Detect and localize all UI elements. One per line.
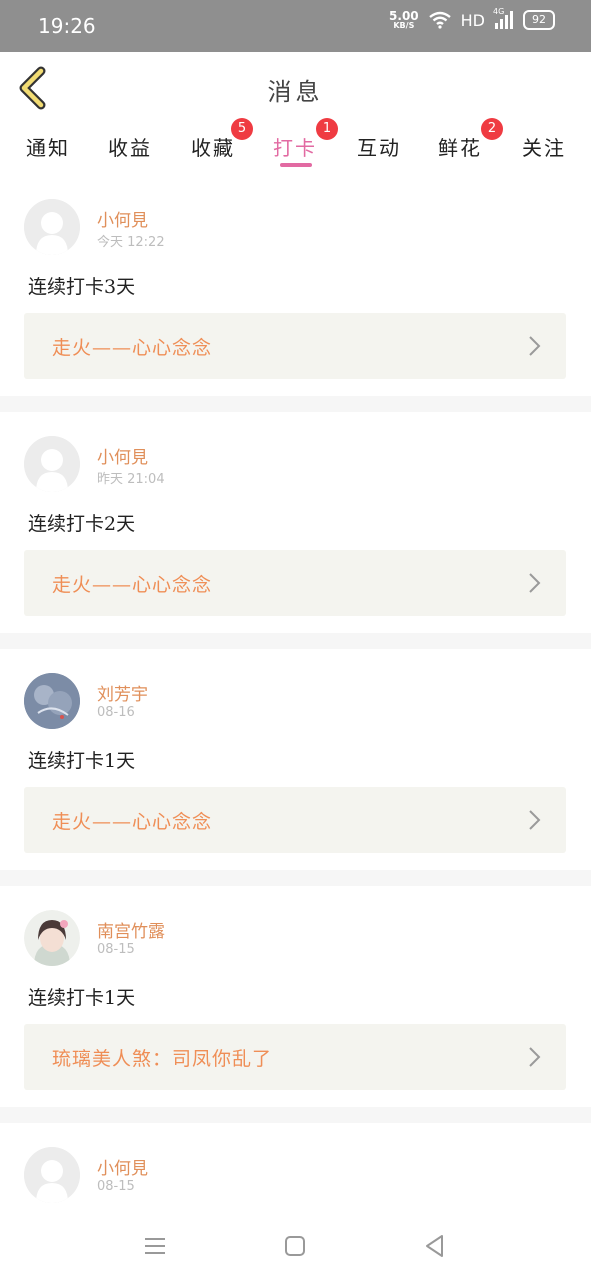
work-link-card[interactable]: 走火——心心念念 bbox=[24, 787, 566, 853]
message-time: 08-15 bbox=[97, 942, 135, 957]
feed-divider bbox=[0, 870, 591, 886]
tab-favorites[interactable]: 收藏 bbox=[191, 132, 235, 161]
back-icon[interactable] bbox=[421, 1232, 449, 1260]
badge-checkin: 1 bbox=[316, 118, 338, 140]
avatar[interactable] bbox=[24, 199, 80, 255]
chevron-right-icon bbox=[529, 573, 541, 593]
page-title: 消息 bbox=[267, 78, 324, 106]
badge-flowers: 2 bbox=[481, 118, 503, 140]
chevron-right-icon bbox=[529, 1047, 541, 1067]
tab-notifications[interactable]: 通知 bbox=[26, 132, 70, 161]
home-icon[interactable] bbox=[281, 1232, 309, 1260]
app-header: 消息 bbox=[0, 52, 591, 125]
user-name[interactable]: 小何見 bbox=[97, 443, 148, 468]
tab-follow[interactable]: 关注 bbox=[522, 132, 566, 161]
system-nav-bar bbox=[0, 1210, 591, 1280]
tab-checkin[interactable]: 打卡 bbox=[273, 132, 317, 161]
user-name[interactable]: 刘芳宇 bbox=[97, 680, 148, 705]
status-bar: 19:26 5.00 KB/S HD 4G 92 bbox=[0, 0, 591, 52]
work-title: 走火——心心念念 bbox=[52, 574, 213, 596]
default-avatar-icon bbox=[24, 199, 80, 255]
avatar[interactable] bbox=[24, 910, 80, 966]
feed-divider bbox=[0, 396, 591, 412]
feed-divider bbox=[0, 1107, 591, 1123]
work-title: 走火——心心念念 bbox=[52, 811, 213, 833]
avatar-image bbox=[24, 910, 80, 966]
net-speed: 5.00 KB/S bbox=[389, 10, 419, 30]
tab-earnings[interactable]: 收益 bbox=[108, 132, 152, 161]
wifi-icon bbox=[428, 11, 451, 29]
message-text: 连续打卡1天 bbox=[28, 987, 136, 1009]
message-time: 昨天 21:04 bbox=[97, 472, 165, 487]
message-time: 08-15 bbox=[97, 1179, 135, 1194]
work-link-card[interactable]: 琉璃美人煞：司凤你乱了 bbox=[24, 1024, 566, 1090]
message-time: 08-16 bbox=[97, 705, 135, 720]
default-avatar-icon bbox=[24, 436, 80, 492]
tab-interaction[interactable]: 互动 bbox=[357, 132, 401, 161]
user-name[interactable]: 小何見 bbox=[97, 206, 148, 231]
chevron-right-icon bbox=[529, 810, 541, 830]
avatar[interactable] bbox=[24, 673, 80, 729]
work-title: 走火——心心念念 bbox=[52, 337, 213, 359]
menu-icon[interactable] bbox=[141, 1232, 169, 1260]
message-text: 连续打卡2天 bbox=[28, 513, 136, 535]
work-link-card[interactable]: 走火——心心念念 bbox=[24, 313, 566, 379]
net-speed-unit: KB/S bbox=[393, 21, 415, 30]
avatar[interactable] bbox=[24, 436, 80, 492]
user-name[interactable]: 小何見 bbox=[97, 1154, 148, 1179]
default-avatar-icon bbox=[24, 1147, 80, 1203]
badge-favorites: 5 bbox=[231, 118, 253, 140]
hd-indicator: HD bbox=[460, 10, 485, 30]
message-time: 今天 12:22 bbox=[97, 235, 165, 250]
work-title: 琉璃美人煞：司凤你乱了 bbox=[52, 1048, 273, 1070]
status-time: 19:26 bbox=[38, 14, 96, 38]
user-name[interactable]: 南宫竹露 bbox=[97, 917, 165, 942]
network-type: 4G bbox=[493, 7, 505, 16]
message-text: 连续打卡3天 bbox=[28, 276, 136, 298]
chevron-right-icon bbox=[529, 336, 541, 356]
battery-icon: 92 bbox=[523, 10, 555, 30]
message-text: 连续打卡1天 bbox=[28, 750, 136, 772]
active-tab-indicator bbox=[280, 163, 312, 167]
avatar[interactable] bbox=[24, 1147, 80, 1203]
feed-divider bbox=[0, 633, 591, 649]
signal-icon: 4G bbox=[493, 7, 513, 29]
avatar-image bbox=[24, 673, 80, 729]
tab-flowers[interactable]: 鲜花 bbox=[438, 132, 482, 161]
work-link-card[interactable]: 走火——心心念念 bbox=[24, 550, 566, 616]
